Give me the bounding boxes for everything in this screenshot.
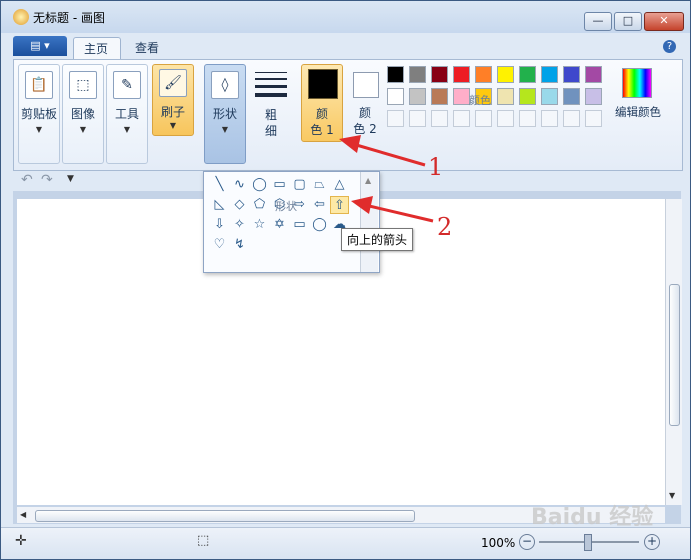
annotation-arrowhead-2	[351, 196, 373, 214]
watermark: Baidu 经验	[531, 505, 654, 530]
annotation-number-1: 1	[428, 153, 444, 181]
annotation-arrow-2	[364, 203, 434, 223]
annotation-arrowhead-1	[339, 135, 361, 153]
annotation-overlay	[339, 135, 434, 223]
annotation-number-2: 2	[437, 213, 453, 241]
annotation-arrow-1	[352, 142, 426, 167]
paint-window: 无标题 - 画图 — □ ✕ ▤ ▾ 主页 查看 ? 📋 剪贴板 ▼ ⬚ 图像 …	[0, 0, 691, 560]
